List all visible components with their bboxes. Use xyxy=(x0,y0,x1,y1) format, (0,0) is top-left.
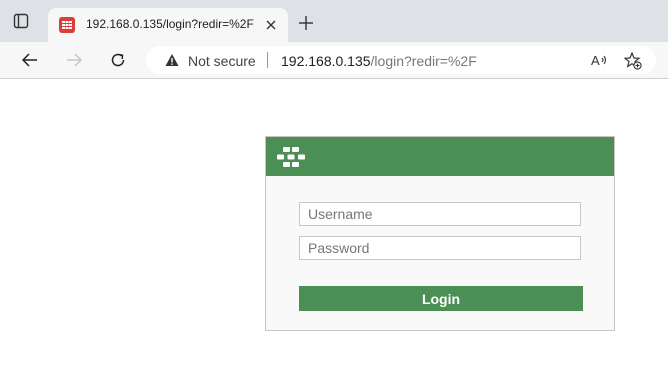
forward-arrow-icon[interactable] xyxy=(66,52,82,68)
new-tab-icon[interactable] xyxy=(299,16,313,30)
password-field[interactable] xyxy=(299,236,581,260)
svg-text:A: A xyxy=(591,53,600,68)
close-icon[interactable] xyxy=(264,18,278,32)
warning-triangle-icon[interactable] xyxy=(165,53,179,67)
back-arrow-icon[interactable] xyxy=(22,52,38,68)
address-bar[interactable]: Not secure 192.168.0.135/login?redir=%2F… xyxy=(146,46,656,74)
address-divider xyxy=(267,52,268,68)
login-button[interactable]: Login xyxy=(299,286,583,311)
url-text[interactable]: 192.168.0.135/login?redir=%2F xyxy=(281,53,477,69)
url-path: /login?redir=%2F xyxy=(370,53,477,69)
fortinet-logo-icon xyxy=(277,147,305,167)
login-panel: Login xyxy=(265,136,615,331)
url-host: 192.168.0.135 xyxy=(281,53,371,69)
security-label[interactable]: Not secure xyxy=(188,53,256,69)
tab-title: 192.168.0.135/login?redir=%2F xyxy=(86,17,254,31)
read-aloud-icon[interactable]: A xyxy=(591,52,609,68)
browser-tab[interactable]: 192.168.0.135/login?redir=%2F xyxy=(48,8,288,42)
browser-toolbar: Not secure 192.168.0.135/login?redir=%2F… xyxy=(0,42,668,79)
refresh-icon[interactable] xyxy=(110,52,126,68)
username-field[interactable] xyxy=(299,202,581,226)
add-favorite-icon[interactable] xyxy=(624,52,642,70)
login-header xyxy=(266,137,614,176)
tab-actions-icon[interactable] xyxy=(13,13,29,29)
fortinet-logo-icon xyxy=(59,17,75,33)
tab-strip: 192.168.0.135/login?redir=%2F xyxy=(0,0,668,42)
